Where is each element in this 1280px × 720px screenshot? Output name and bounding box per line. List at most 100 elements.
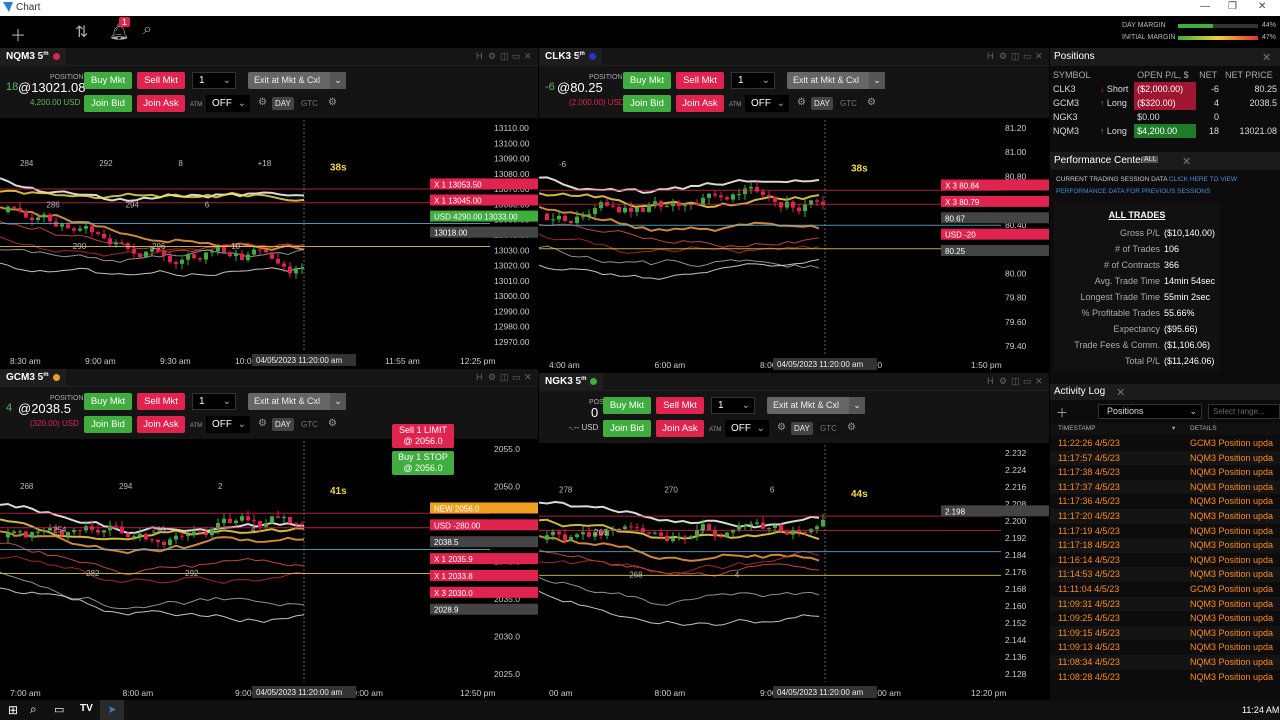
windows-start-icon[interactable]: ⊞ [8, 703, 18, 717]
price-tag-label[interactable]: USD -20 [945, 231, 976, 240]
help-icon[interactable]: H [987, 376, 994, 386]
price-tag-label[interactable]: NEW 2056.0 [434, 504, 480, 513]
layout-icon[interactable]: ◫ [500, 372, 509, 383]
layout-icon[interactable]: ◫ [500, 51, 509, 62]
join-bid-button[interactable]: Join Bid [84, 416, 132, 433]
join-ask-button[interactable]: Join Ask [676, 95, 724, 112]
buy-market-button[interactable]: Buy Mkt [84, 393, 132, 410]
atm-select[interactable]: OFF ⌄ [206, 416, 250, 433]
quantity-input[interactable]: 1 ⌄ [731, 72, 775, 89]
day-tif-toggle[interactable]: DAY [791, 422, 813, 435]
quantity-input[interactable]: 1 ⌄ [711, 397, 755, 414]
activity-row[interactable]: 11:17:18 4/5/23 NQM3 Position upda [1050, 538, 1280, 553]
price-tag-label[interactable]: X 1 2033.8 [434, 572, 473, 581]
price-tag-label[interactable]: X 1 2035.9 [434, 555, 473, 564]
gtc-tif-toggle[interactable]: GTC [298, 97, 321, 110]
price-chart[interactable]: 2055.02050.02045.02040.02035.02030.02025… [0, 441, 538, 700]
add-icon[interactable]: ＋ [1056, 404, 1068, 421]
add-tab-icon[interactable]: + [576, 376, 581, 386]
table-row[interactable]: NQM3 ↑ Long $4,200.00 18 13021.08 [1050, 124, 1280, 138]
close-icon[interactable]: ✕ [524, 372, 532, 383]
exit-at-market-button[interactable]: Exit at Mkt & Cxl ⌄ [787, 72, 885, 89]
add-icon[interactable]: ＋ [10, 22, 26, 46]
atm-select[interactable]: OFF ⌄ [745, 95, 789, 112]
instrument-tab[interactable]: NGK3 5m [539, 373, 604, 391]
chevron-down-icon[interactable]: ⌄ [849, 397, 865, 414]
table-row[interactable]: GCM3 ↑ Long ($320.00) 4 2038.5 [1050, 96, 1280, 110]
price-tag-label[interactable]: X 3 2030.0 [434, 589, 473, 598]
search-icon[interactable]: ⌕ [143, 21, 152, 39]
price-tag-label[interactable]: 80.25 [945, 247, 966, 256]
minimize-icon[interactable]: — [1200, 1, 1210, 12]
activity-row[interactable]: 11:17:19 4/5/23 NQM3 Position upda [1050, 523, 1280, 539]
price-tag-label[interactable]: USD 4290.00 13033.00 [434, 213, 518, 222]
atm-settings-icon[interactable]: ⚙ [797, 97, 806, 108]
gtc-tif-toggle[interactable]: GTC [298, 418, 321, 431]
previous-sessions-link[interactable]: CLICK HERE TO VIEW [1169, 176, 1237, 183]
chevron-down-icon[interactable]: ⌄ [330, 393, 346, 410]
pending-buy-stop[interactable]: Buy 1 STOP @ 2056.0 [392, 451, 454, 475]
chevron-down-icon[interactable]: ⌄ [330, 72, 346, 89]
order-arrows-icon[interactable]: ⇅ [75, 22, 88, 42]
tif-settings-icon[interactable]: ⚙ [328, 97, 337, 108]
activity-filter-select[interactable]: Positions ⌄ [1098, 404, 1202, 419]
price-tag-label[interactable]: X 1 13053.50 [434, 180, 482, 189]
price-chart[interactable]: 81.2081.0080.8080.6080.4080.2080.0079.80… [539, 120, 1049, 372]
day-tif-toggle[interactable]: DAY [272, 97, 294, 110]
atm-select[interactable]: OFF ⌄ [206, 95, 250, 112]
instrument-tab[interactable]: NQM3 5m [0, 48, 66, 66]
settings-icon[interactable]: ⚙ [999, 376, 1007, 387]
close-icon[interactable]: ✕ [1182, 155, 1191, 168]
day-tif-toggle[interactable]: DAY [811, 97, 833, 110]
table-row[interactable]: CLK3 ↓ Short ($2,000.00) -6 80.25 [1050, 82, 1280, 96]
day-tif-toggle[interactable]: DAY [272, 418, 294, 431]
join-bid-button[interactable]: Join Bid [623, 95, 671, 112]
previous-sessions-link-2[interactable]: PERFORMANCE DATA FOR PREVIOUS SESSIONS [1056, 188, 1210, 195]
activity-row[interactable]: 11:08:34 4/5/23 NQM3 Position upda [1050, 655, 1280, 670]
gtc-tif-toggle[interactable]: GTC [837, 97, 860, 110]
activity-row[interactable]: 11:16:14 4/5/23 NQM3 Position upda [1050, 552, 1280, 568]
settings-icon[interactable]: ⚙ [488, 372, 496, 383]
tif-settings-icon[interactable]: ⚙ [847, 422, 856, 433]
settings-icon[interactable]: ⚙ [488, 51, 496, 62]
help-icon[interactable]: H [476, 372, 483, 382]
maximize-icon[interactable]: ▭ [512, 51, 521, 62]
activity-row[interactable]: 11:17:37 4/5/23 NQM3 Position upda [1050, 479, 1280, 495]
join-bid-button[interactable]: Join Bid [603, 420, 651, 437]
price-tag-label[interactable]: USD -280.00 [434, 521, 481, 530]
range-input[interactable]: Select range... [1208, 404, 1280, 419]
task-view-icon[interactable]: ▭ [54, 703, 64, 716]
price-tag-label[interactable]: X 3 80.84 [945, 182, 980, 191]
close-icon[interactable]: ✕ [1262, 51, 1271, 64]
quantity-input[interactable]: 1 ⌄ [192, 72, 236, 89]
quantity-input[interactable]: 1 ⌄ [192, 393, 236, 410]
settings-icon[interactable]: ⚙ [999, 51, 1007, 62]
join-ask-button[interactable]: Join Ask [137, 95, 185, 112]
activity-row[interactable]: 11:17:20 4/5/23 NQM3 Position upda [1050, 509, 1280, 524]
sort-icon[interactable]: ▾ [1172, 424, 1175, 432]
add-tab-icon[interactable]: + [576, 51, 581, 61]
chevron-down-icon[interactable]: ⌄ [869, 72, 885, 89]
close-icon[interactable]: ✕ [524, 51, 532, 62]
instrument-tab[interactable]: CLK3 5m [539, 48, 602, 66]
col-timestamp[interactable]: TIMESTAMP [1058, 425, 1095, 432]
price-tag-label[interactable]: X 1 13045.00 [434, 197, 482, 206]
atm-select[interactable]: OFF ⌄ [725, 420, 769, 437]
close-icon[interactable]: ✕ [1258, 1, 1266, 12]
activity-row[interactable]: 11:14:53 4/5/23 NQM3 Position upda [1050, 567, 1280, 582]
performance-filter-tag[interactable]: ALL [1142, 156, 1159, 163]
atm-settings-icon[interactable]: ⚙ [258, 418, 267, 429]
gtc-tif-toggle[interactable]: GTC [817, 422, 840, 435]
sell-market-button[interactable]: Sell Mkt [137, 393, 185, 410]
activity-row[interactable]: 11:11:04 4/5/23 GCM3 Position upda [1050, 582, 1280, 597]
col-details[interactable]: DETAILS [1190, 425, 1217, 432]
help-icon[interactable]: H [476, 51, 483, 61]
price-chart[interactable]: 2.232 2.224 2.216 2.208 2.200 2.192 2.184 2.176… [539, 445, 1049, 700]
pending-sell-limit[interactable]: Sell 1 LIMIT @ 2056.0 [392, 424, 454, 448]
tif-settings-icon[interactable]: ⚙ [328, 418, 337, 429]
price-tag-label[interactable]: 2.198 [945, 507, 966, 516]
chevron-down-icon[interactable]: ⌄ [223, 73, 231, 88]
maximize-icon[interactable]: ❐ [1228, 1, 1237, 12]
table-row[interactable]: NGK3 $0.00 0 [1050, 110, 1280, 124]
activity-row[interactable]: 11:22:26 4/5/23 GCM3 Position upda [1050, 436, 1280, 451]
